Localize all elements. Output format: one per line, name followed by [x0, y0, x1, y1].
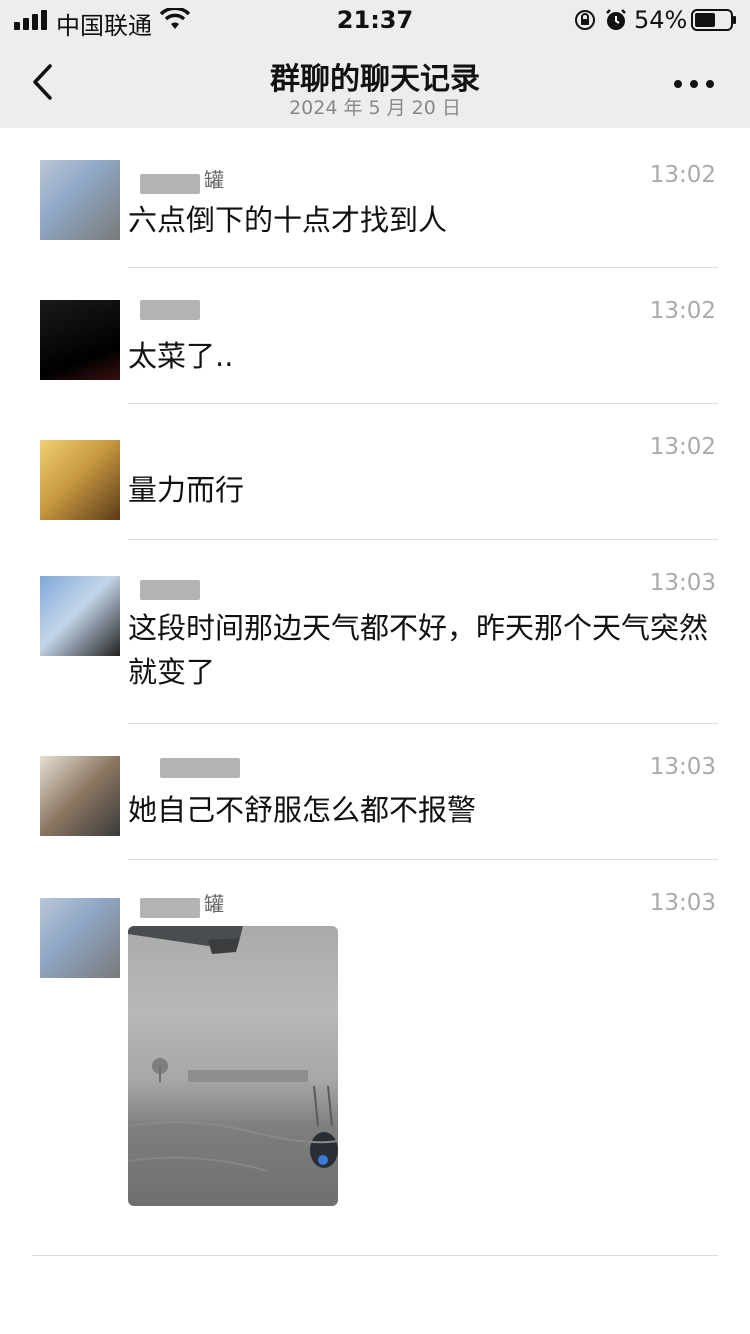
more-icon[interactable] — [672, 78, 716, 90]
message-time: 13:02 — [649, 298, 716, 324]
message-text: 六点倒下的十点才找到人 — [128, 203, 448, 237]
alarm-icon — [606, 9, 626, 30]
divider — [128, 723, 718, 724]
divider — [128, 403, 718, 404]
message-text: 太菜了.. — [128, 339, 234, 373]
rotation-lock-icon — [575, 10, 595, 30]
battery-percent: 54% — [634, 6, 688, 34]
avatar[interactable] — [40, 898, 120, 978]
status-bar: 中国联通 21:37 54% — [0, 0, 750, 40]
message-text: 她自己不舒服怎么都不报警 — [128, 793, 477, 827]
divider — [32, 1255, 718, 1256]
foggy-landscape-image — [128, 926, 338, 1172]
avatar[interactable] — [40, 300, 120, 380]
battery-icon — [691, 9, 736, 31]
sender-name-suffix: 罐 — [204, 168, 224, 192]
top-bar: 中国联通 21:37 54% 群聊的聊天记录 2024 年 5 月 20 日 — [0, 0, 750, 128]
sender-name-redacted — [140, 898, 200, 918]
page-subtitle-date: 2024 年 5 月 20 日 — [289, 97, 461, 119]
sender-name-redacted — [140, 300, 200, 320]
sender-name-redacted — [160, 758, 240, 778]
avatar[interactable] — [40, 160, 120, 240]
divider — [128, 859, 718, 860]
message-time: 13:02 — [649, 162, 716, 188]
message-text: 这段时间那边天气都不好，昨天那个天气突然就变了 — [128, 611, 709, 689]
sender-name-redacted — [140, 174, 200, 194]
message-time: 13:03 — [649, 890, 716, 916]
divider — [128, 267, 718, 268]
message-photo[interactable] — [128, 926, 338, 1206]
page-title: 群聊的聊天记录 — [270, 62, 480, 97]
divider — [128, 539, 718, 540]
sender-name-suffix: 罐 — [204, 892, 224, 916]
message-time: 13:03 — [649, 570, 716, 596]
message-time: 13:03 — [649, 754, 716, 780]
message-text: 量力而行 — [128, 473, 245, 507]
sender-name-redacted — [140, 580, 200, 600]
avatar[interactable] — [40, 576, 120, 656]
message-time: 13:02 — [649, 434, 716, 460]
avatar[interactable] — [40, 440, 120, 520]
avatar[interactable] — [40, 756, 120, 836]
